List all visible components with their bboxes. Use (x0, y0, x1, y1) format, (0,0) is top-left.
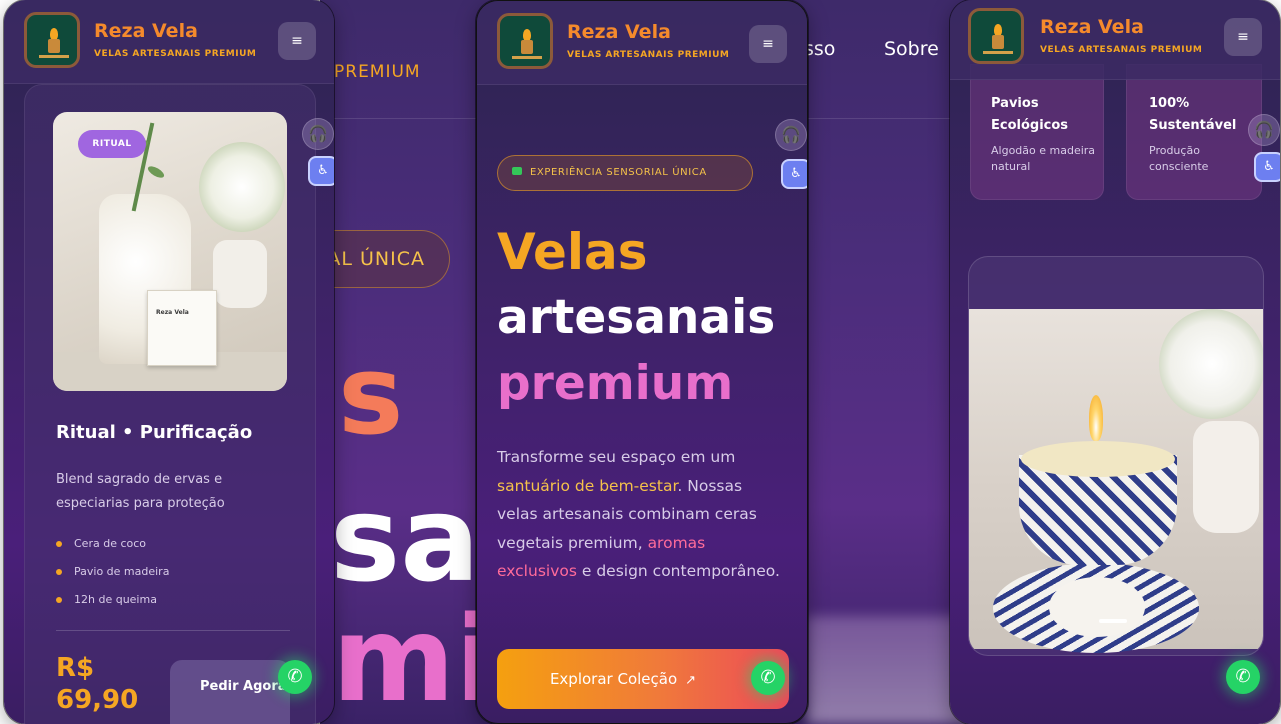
feature-title: 100% Sustentável (1149, 96, 1237, 133)
list-item: Cera de coco (56, 534, 169, 562)
mobile-preview-left: Reza Vela RITUAL Reza Vela VELAS ARTESAN… (4, 0, 334, 724)
experience-pill-text: AL ÚNICA (327, 248, 425, 270)
brand-tagline: VELAS ARTESANAIS PREMIUM (567, 50, 730, 60)
vase-image (1193, 421, 1259, 533)
brand-logo[interactable] (968, 8, 1024, 64)
whatsapp-icon[interactable]: ✆ (1226, 660, 1260, 694)
brand-name[interactable]: Reza Vela (1040, 16, 1144, 38)
hero-line-2: artesanais (497, 290, 776, 345)
product-showcase-card (968, 256, 1264, 656)
explore-button-label: Explorar Coleção (549, 670, 678, 688)
flowers-image (1159, 309, 1263, 419)
mobile-preview-right: Pavios Ecológicos Algodão e madeira natu… (950, 0, 1280, 724)
tin-lid-label (1049, 577, 1145, 637)
site-header: Reza Vela VELAS ARTESANAIS PREMIUM ≡ (950, 0, 1280, 80)
carousel-indicator[interactable] (1099, 619, 1127, 623)
brand-tag: Reza Vela (147, 290, 217, 366)
candle-tin-image (969, 309, 1263, 653)
brand-tagline: VELAS ARTESANAIS PREMIUM (1040, 45, 1203, 55)
product-title: Ritual • Purificação (56, 422, 253, 443)
site-header: Reza Vela VELAS ARTESANAIS PREMIUM ≡ (477, 1, 807, 85)
candle-flame (1089, 395, 1103, 441)
hero-description: Transforme seu espaço em um santuário de… (497, 443, 787, 586)
explore-collection-button[interactable]: Explorar Coleção ↗ (497, 649, 789, 709)
feature-card: Pavios Ecológicos Algodão e madeira natu… (970, 64, 1104, 200)
menu-button[interactable]: ≡ (278, 22, 316, 60)
hero-line-3: premium (497, 356, 734, 411)
mobile-preview-center: Reza Vela VELAS ARTESANAIS PREMIUM ≡ EXP… (476, 0, 808, 724)
experience-badge-text: EXPERIÊNCIA SENSORIAL ÚNICA (530, 167, 707, 178)
arrow-up-right-icon: ↗ (685, 673, 697, 688)
logo-base (39, 55, 69, 58)
hero-fragment-2: sa (330, 470, 480, 608)
feature-title: Pavios Ecológicos (991, 96, 1069, 133)
tagline-fragment: PREMIUM (334, 62, 421, 82)
product-description: Blend sagrado de ervas e especiarias par… (56, 472, 225, 511)
brand-tag-text: Reza Vela (156, 309, 189, 316)
flowers-image (199, 142, 285, 232)
menu-button[interactable]: ≡ (1224, 18, 1262, 56)
hero-highlight: santuário de bem-estar (497, 476, 678, 495)
feature-subtitle: Algodão e madeira natural (991, 144, 1096, 173)
brand-name[interactable]: Reza Vela (94, 20, 198, 42)
product-price: R$ 69,90 (56, 653, 139, 715)
whatsapp-icon[interactable]: ✆ (278, 660, 312, 694)
brand-name[interactable]: Reza Vela (567, 21, 671, 43)
accessibility-icon[interactable]: ♿ (308, 156, 334, 186)
brand-tagline: VELAS ARTESANAIS PREMIUM (94, 49, 257, 59)
hero-text: e design contemporâneo. (576, 562, 780, 580)
brand-logo[interactable] (497, 13, 553, 69)
brand-logo[interactable] (24, 12, 80, 68)
candle-icon (992, 35, 1004, 49)
hero-fragment-1: s (338, 331, 404, 459)
headphones-icon[interactable]: 🎧 (775, 119, 807, 151)
logo-base (983, 51, 1013, 54)
leaf (146, 164, 166, 180)
category-badge: RITUAL (78, 130, 146, 158)
list-item: Pavio de madeira (56, 562, 169, 590)
candle-icon (521, 40, 533, 54)
experience-pill-fragment: AL ÚNICA (320, 230, 450, 288)
vase-image (213, 240, 267, 308)
feature-subtitle: Produção consciente (1149, 144, 1209, 173)
list-item: 12h de queima (56, 590, 169, 618)
candle-wax (1021, 441, 1175, 477)
logo-base (512, 56, 542, 59)
nav-link-sobre[interactable]: Sobre (884, 38, 939, 60)
site-header: Reza Vela VELAS ARTESANAIS PREMIUM ≡ (4, 0, 334, 84)
divider (56, 630, 290, 631)
nav-link-fragment[interactable]: sso (804, 38, 835, 60)
headphones-icon[interactable]: 🎧 (302, 118, 334, 150)
menu-button[interactable]: ≡ (749, 25, 787, 63)
candle-icon (48, 39, 60, 53)
headphones-icon[interactable]: 🎧 (1248, 114, 1280, 146)
accessibility-icon[interactable]: ♿ (1254, 152, 1280, 182)
order-button[interactable]: Pedir Agora (170, 660, 290, 724)
whatsapp-icon[interactable]: ✆ (751, 661, 785, 695)
accessibility-icon[interactable]: ♿ (781, 159, 807, 189)
hero-text: Transforme seu espaço em um (497, 448, 736, 466)
experience-badge: EXPERIÊNCIA SENSORIAL ÚNICA (497, 155, 753, 191)
hero-line-1: Velas (497, 223, 648, 281)
feature-card: 100% Sustentável Produção consciente (1126, 64, 1262, 200)
brazil-flag-icon (512, 167, 522, 175)
feature-list: Cera de coco Pavio de madeira 12h de que… (56, 534, 169, 618)
